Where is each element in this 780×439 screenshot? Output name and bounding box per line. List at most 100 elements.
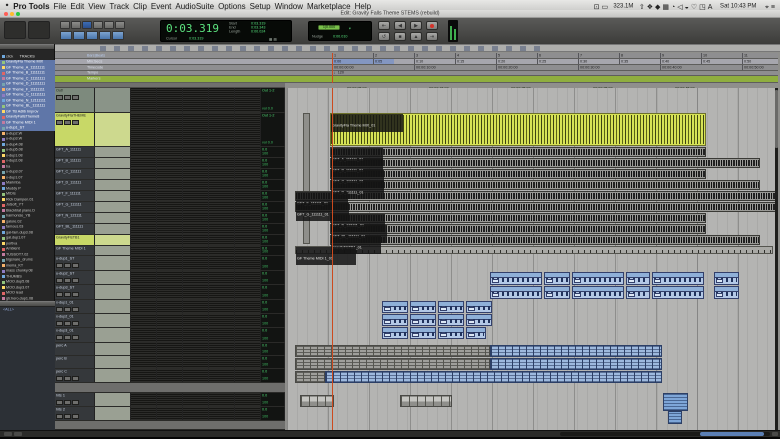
track-sends-a-e-cell[interactable] xyxy=(209,285,235,299)
track-sends-f-j-cell[interactable] xyxy=(235,169,261,179)
track-name-gft-a-111111[interactable]: GFT_A_111111 xyxy=(55,147,95,157)
transport-rewind[interactable]: ◀ xyxy=(394,21,406,30)
track-inserts-a-e-cell[interactable] xyxy=(157,328,183,342)
track-record-enable-button[interactable] xyxy=(72,414,79,419)
track-inserts-a-e-cell[interactable] xyxy=(157,246,183,255)
track-instrument-cell[interactable] xyxy=(131,147,157,157)
clip-u-dup2-07-03-05[interactable]: u-dup2.07_03-05 xyxy=(572,286,624,299)
grid-value[interactable]: 1|0.000 xyxy=(318,25,339,29)
clip-gft-g-111111-01[interactable]: GFT_G_111111_01 xyxy=(295,202,778,212)
menu-clock[interactable]: Sat 10:43 PM xyxy=(721,2,757,9)
track-record-enable-button[interactable] xyxy=(72,263,79,268)
clip-gravityfla-theme-mix-01[interactable]: GravityFla Theme MIX_01 xyxy=(330,113,706,146)
track-io-cell[interactable]: 0.0100 xyxy=(261,256,285,270)
track-io-cell[interactable]: 0.0100 xyxy=(261,300,285,313)
track-io-cell[interactable]: 0.0100 xyxy=(261,271,285,284)
clip-x-dup2-08-01-03[interactable]: x-dup2.08_01-03 xyxy=(438,314,464,326)
clip-u-dup2-07-03-08[interactable]: u-dup2.07_03-08 xyxy=(714,286,739,299)
track-instrument-cell[interactable] xyxy=(131,314,157,327)
track-io-cell[interactable]: 0.0100 xyxy=(261,169,285,179)
spotlight-icon[interactable]: ⌖ xyxy=(765,4,769,11)
update-icon[interactable]: ⇧ xyxy=(639,4,645,11)
transport-loop[interactable]: ↺ xyxy=(378,32,390,41)
track-inserts-f-j-cell[interactable] xyxy=(183,369,209,382)
track-sends-f-j-cell[interactable] xyxy=(235,88,261,112)
track-inserts-a-e-cell[interactable] xyxy=(157,407,183,420)
track-mute-button[interactable] xyxy=(64,120,71,125)
track-comments-cell[interactable] xyxy=(95,88,131,112)
track-record-enable-button[interactable] xyxy=(72,292,79,297)
clip-u-dup1-07-03-07[interactable]: u-dup1.07_03-07 xyxy=(652,272,704,285)
status-left-button-2[interactable] xyxy=(14,432,22,436)
drive-icon[interactable]: ❖ xyxy=(647,4,653,11)
edit-tool-scrubber[interactable] xyxy=(104,21,114,29)
track-inserts-a-e-cell[interactable] xyxy=(157,180,183,190)
track-name-perc-c[interactable]: perc C xyxy=(55,369,95,382)
track-instrument-cell[interactable] xyxy=(131,213,157,223)
track-comments-cell[interactable] xyxy=(95,224,131,234)
track-inserts-a-e-cell[interactable] xyxy=(157,191,183,201)
track-inserts-a-e-cell[interactable] xyxy=(157,356,183,368)
timer-icon[interactable]: ◔ xyxy=(671,4,675,11)
close-window-button[interactable] xyxy=(4,12,8,16)
track-instrument-cell[interactable] xyxy=(131,300,157,313)
track-inserts-f-j-cell[interactable] xyxy=(183,356,209,368)
clip-gft-d-111111-01[interactable]: GFT_D_111111_01 xyxy=(330,180,760,190)
wifi-icon[interactable]: ◒ xyxy=(685,4,689,11)
track-instrument-cell[interactable] xyxy=(131,191,157,201)
transport-end[interactable]: ⇥ xyxy=(426,32,438,41)
track-inserts-f-j-cell[interactable] xyxy=(183,158,209,168)
track-sends-f-j-cell[interactable] xyxy=(235,158,261,168)
track-record-enable-button[interactable] xyxy=(72,120,79,125)
track-inserts-f-j-cell[interactable] xyxy=(183,343,209,355)
track-comments-cell[interactable] xyxy=(95,169,131,179)
track-io-cell[interactable]: 0.0100 xyxy=(261,407,285,420)
track-sends-a-e-cell[interactable] xyxy=(209,300,235,313)
track-inserts-a-e-cell[interactable] xyxy=(157,256,183,270)
track-instrument-cell[interactable] xyxy=(131,158,157,168)
track-inserts-a-e-cell[interactable] xyxy=(157,88,183,112)
track-sends-f-j-cell[interactable] xyxy=(235,180,261,190)
edit-mode-link[interactable] xyxy=(112,31,124,40)
track-instrument-cell[interactable] xyxy=(131,169,157,179)
edit-tool-grabber[interactable] xyxy=(93,21,103,29)
track-inserts-a-e-cell[interactable] xyxy=(157,213,183,223)
track-comments-cell[interactable] xyxy=(95,328,131,342)
clip-perc-b-02[interactable] xyxy=(490,358,662,370)
track-sends-f-j-cell[interactable] xyxy=(235,246,261,255)
track-sends-a-e-cell[interactable] xyxy=(209,202,235,212)
clip-x-dup2-08-01-01[interactable]: x-dup2.08_01-01 xyxy=(382,314,408,326)
menu-item-options[interactable]: Options xyxy=(215,2,249,11)
track-comments-cell[interactable] xyxy=(95,271,131,284)
track-inserts-f-j-cell[interactable] xyxy=(183,202,209,212)
track-inserts-f-j-cell[interactable] xyxy=(183,180,209,190)
track-io-cell[interactable]: 0.0100 xyxy=(261,343,285,355)
menu-item-help[interactable]: Help xyxy=(352,2,374,11)
track-sends-f-j-cell[interactable] xyxy=(235,369,261,382)
clip-u-dup2-07-03-04[interactable]: u-dup2.07_03-04 xyxy=(544,286,570,299)
track-name-perc-b[interactable]: perc B xyxy=(55,356,95,368)
track-solo-button[interactable] xyxy=(56,95,63,100)
track-inserts-a-e-cell[interactable] xyxy=(157,224,183,234)
track-instrument-cell[interactable] xyxy=(131,356,157,368)
edit-window-tabs[interactable] xyxy=(4,21,26,39)
window-icon[interactable]: ◳ xyxy=(699,4,706,11)
edit-canvas[interactable]: GravityFla Theme MIX_01GFT_A_111111_01GF… xyxy=(287,88,778,430)
track-sends-a-e-cell[interactable] xyxy=(209,393,235,406)
menu-item-clip[interactable]: Clip xyxy=(130,2,150,11)
volume-icon[interactable]: ◁ xyxy=(677,4,682,11)
track-inserts-a-e-cell[interactable] xyxy=(157,169,183,179)
status-left-button-1[interactable] xyxy=(4,432,12,436)
track-sends-a-e-cell[interactable] xyxy=(209,169,235,179)
clip-x-dup3-08-01-03[interactable]: x-dup3.08_01-03 xyxy=(438,327,464,339)
clip-u-dup1-07-03-04[interactable]: u-dup1.07_03-04 xyxy=(544,272,570,285)
ruler-row-markers[interactable]: Markers00:00:05:0000:00:15:0000:00:25:00… xyxy=(55,76,778,83)
clip-perc-c-01[interactable] xyxy=(295,371,325,383)
clip-perc-a-02[interactable] xyxy=(490,345,662,357)
track-sends-f-j-cell[interactable] xyxy=(235,202,261,212)
track-mute-button[interactable] xyxy=(64,278,71,283)
track-record-enable-button[interactable] xyxy=(72,321,79,326)
zoom-preset-panel[interactable] xyxy=(28,21,50,39)
track-name-hits-1[interactable]: hits 1 xyxy=(55,393,95,406)
track-record-enable-button[interactable] xyxy=(72,278,79,283)
